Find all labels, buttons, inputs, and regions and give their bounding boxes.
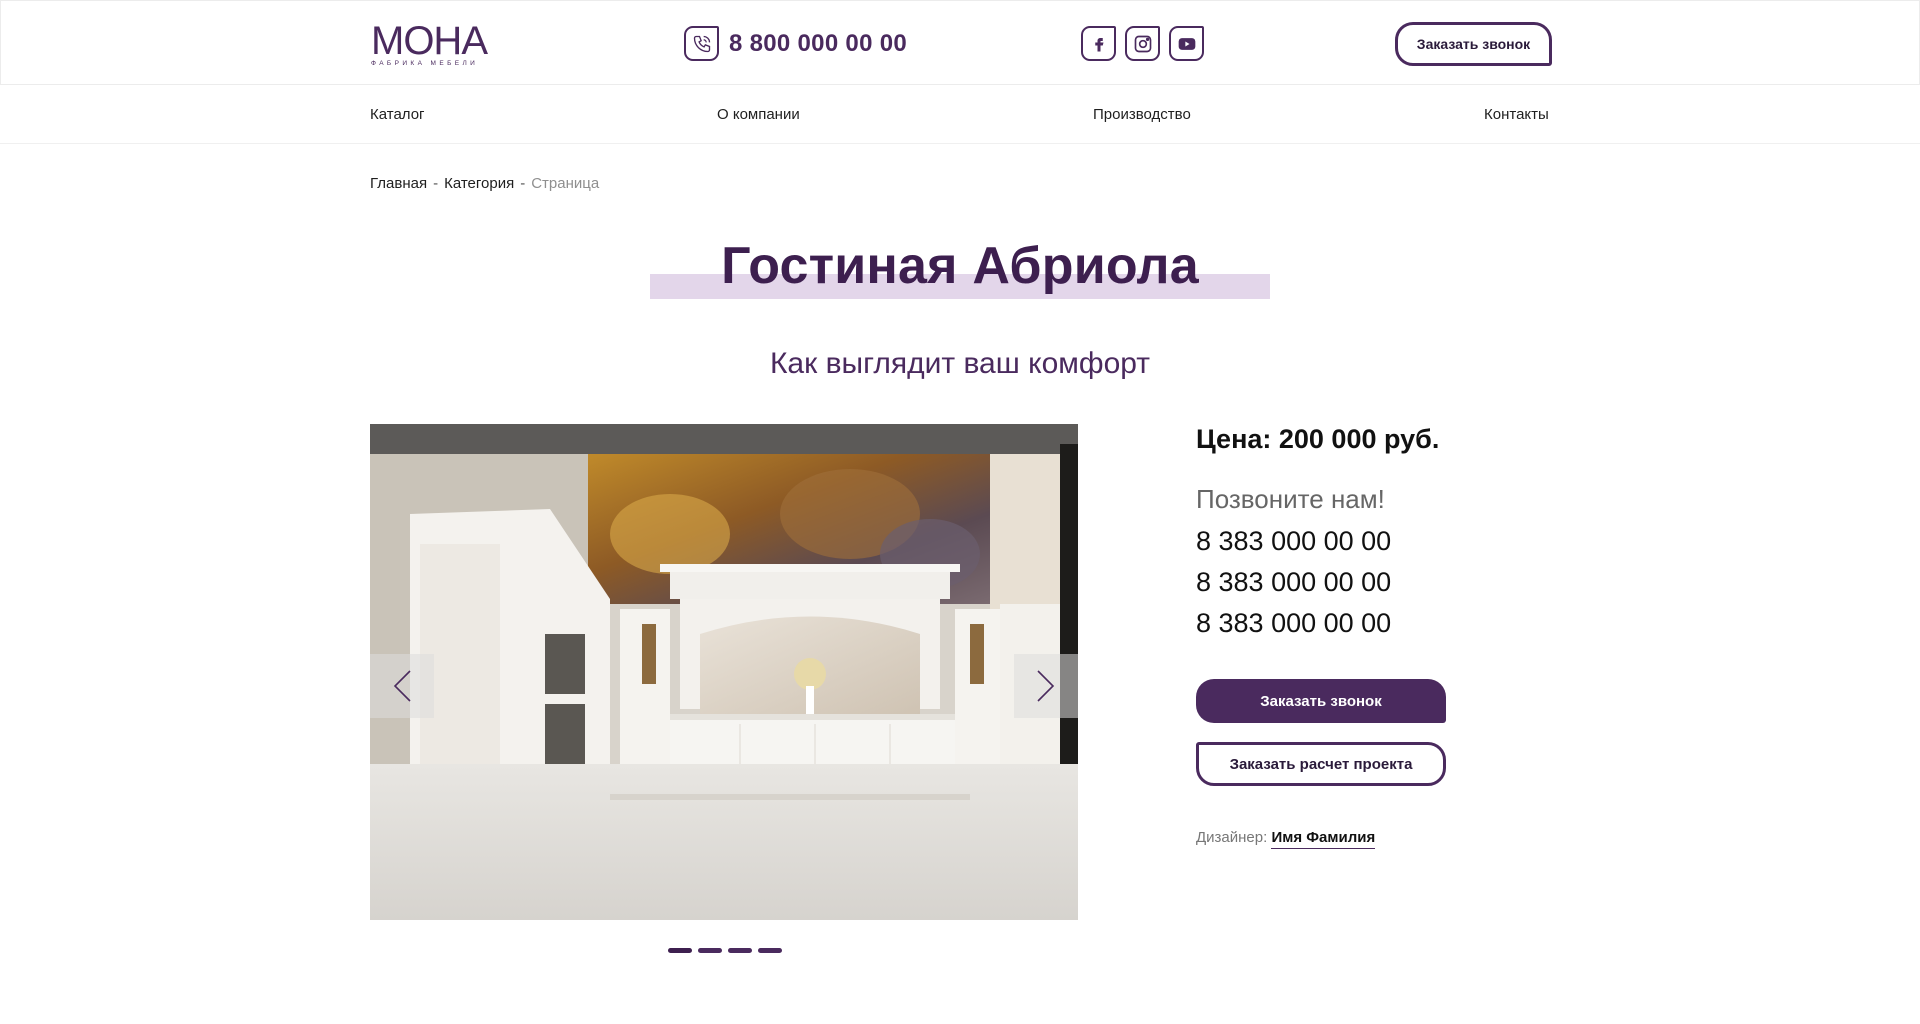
gallery-image	[370, 424, 1078, 920]
page-title: Гостиная Абриола	[721, 237, 1199, 295]
breadcrumb-separator: -	[433, 175, 439, 192]
header-phone[interactable]: 8 800 000 00 00	[684, 26, 907, 61]
gallery-dot[interactable]	[668, 948, 692, 953]
nav-item-contacts[interactable]: Контакты	[1484, 106, 1549, 123]
designer-name-link[interactable]: Имя Фамилия	[1271, 829, 1376, 849]
gallery-prev-button[interactable]	[370, 654, 434, 718]
contact-phone[interactable]: 8 383 000 00 00	[1196, 567, 1391, 598]
header-phone-number[interactable]: 8 800 000 00 00	[729, 30, 907, 58]
youtube-icon[interactable]	[1169, 26, 1204, 61]
product-price: Цена: 200 000 руб.	[1196, 424, 1440, 454]
chevron-left-icon	[393, 670, 411, 702]
breadcrumb-home[interactable]: Главная	[370, 175, 427, 192]
breadcrumb-current: Страница	[531, 175, 600, 192]
instagram-icon[interactable]	[1125, 26, 1160, 61]
contact-phone[interactable]: 8 383 000 00 00	[1196, 608, 1391, 639]
header: МОНА ФАБРИКА МЕБЕЛИ 8 800 000 00 00 Зака…	[0, 0, 1920, 85]
phone-icon	[684, 26, 719, 61]
gallery-dot[interactable]	[728, 948, 752, 953]
gallery-dot[interactable]	[758, 948, 782, 953]
product-gallery[interactable]	[370, 424, 1078, 920]
gallery-next-button[interactable]	[1014, 654, 1078, 718]
gallery-dot[interactable]	[698, 948, 722, 953]
chevron-right-icon	[1037, 670, 1055, 702]
contact-phone[interactable]: 8 383 000 00 00	[1196, 526, 1391, 557]
page-title-block: Гостиная Абриола	[650, 236, 1270, 302]
breadcrumb-category[interactable]: Категория	[444, 175, 514, 192]
logo-text: МОНА	[371, 19, 488, 63]
designer-label: Дизайнер:	[1196, 829, 1268, 846]
callback-button-header[interactable]: Заказать звонок	[1395, 22, 1552, 66]
facebook-icon[interactable]	[1081, 26, 1116, 61]
breadcrumb-separator: -	[520, 175, 526, 192]
nav-item-catalog[interactable]: Каталог	[370, 106, 425, 123]
page-subtitle: Как выглядит ваш комфорт	[769, 347, 1151, 380]
estimate-button[interactable]: Заказать расчет проекта	[1196, 742, 1446, 786]
nav-item-about[interactable]: О компании	[717, 106, 800, 123]
gallery-pagination	[668, 948, 782, 953]
social-links	[1081, 26, 1204, 61]
nav-item-production[interactable]: Производство	[1093, 106, 1191, 123]
breadcrumb: Главная - Категория - Страница	[370, 175, 599, 192]
callback-button[interactable]: Заказать звонок	[1196, 679, 1446, 723]
call-us-label: Позвоните нам!	[1196, 484, 1385, 514]
main-nav: Каталог О компании Производство Контакты	[0, 86, 1920, 144]
logo[interactable]: МОНА ФАБРИКА МЕБЕЛИ	[371, 21, 506, 67]
designer-credit: Дизайнер: Имя Фамилия	[1196, 829, 1376, 849]
